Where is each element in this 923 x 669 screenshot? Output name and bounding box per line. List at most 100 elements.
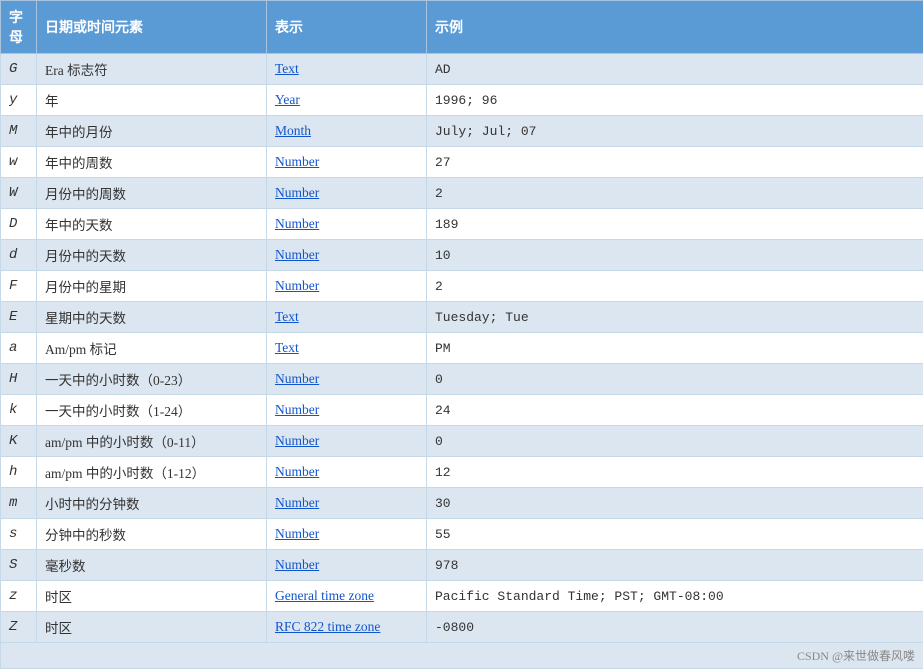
repr-link[interactable]: Number bbox=[275, 247, 319, 262]
repr-link[interactable]: Month bbox=[275, 123, 311, 138]
table-row: D年中的天数Number189 bbox=[1, 209, 923, 240]
table-row: Z时区 RFC 822 time zone -0800 bbox=[1, 612, 923, 643]
repr-link[interactable]: Text bbox=[275, 309, 299, 324]
cell-repr[interactable]: RFC 822 time zone bbox=[267, 612, 427, 643]
table-row: GEra 标志符TextAD bbox=[1, 54, 923, 85]
cell-example: 0 bbox=[427, 426, 923, 457]
repr-link[interactable]: Number bbox=[275, 154, 319, 169]
repr-link[interactable]: General time zone bbox=[275, 588, 374, 603]
cell-element: 年 bbox=[37, 85, 267, 116]
cell-element: am/pm 中的小时数（0-11） bbox=[37, 426, 267, 457]
cell-repr[interactable]: Number bbox=[267, 457, 427, 488]
cell-repr[interactable]: Number bbox=[267, 519, 427, 550]
cell-repr[interactable]: Text bbox=[267, 302, 427, 333]
footer-row: CSDN @来世做春风喽 bbox=[1, 643, 923, 669]
repr-link[interactable]: Number bbox=[275, 371, 319, 386]
cell-repr[interactable]: Number bbox=[267, 209, 427, 240]
cell-repr[interactable]: Number bbox=[267, 271, 427, 302]
cell-example: 2 bbox=[427, 178, 923, 209]
cell-letter: F bbox=[1, 271, 37, 302]
cell-element: 一天中的小时数（0-23） bbox=[37, 364, 267, 395]
table-row: M年中的月份 Month July; Jul; 07 bbox=[1, 116, 923, 147]
cell-repr[interactable]: Text bbox=[267, 333, 427, 364]
cell-example: Pacific Standard Time; PST; GMT-08:00 bbox=[427, 581, 923, 612]
cell-letter: K bbox=[1, 426, 37, 457]
cell-example: 30 bbox=[427, 488, 923, 519]
cell-example: July; Jul; 07 bbox=[427, 116, 923, 147]
cell-element: 月份中的周数 bbox=[37, 178, 267, 209]
cell-repr[interactable]: Text bbox=[267, 54, 427, 85]
cell-repr[interactable]: Number bbox=[267, 395, 427, 426]
cell-example: AD bbox=[427, 54, 923, 85]
cell-element: 分钟中的秒数 bbox=[37, 519, 267, 550]
cell-repr[interactable]: Number bbox=[267, 550, 427, 581]
table-row: aAm/pm 标记TextPM bbox=[1, 333, 923, 364]
table-row: H一天中的小时数（0-23）Number0 bbox=[1, 364, 923, 395]
cell-repr[interactable]: Number bbox=[267, 426, 427, 457]
repr-link[interactable]: Number bbox=[275, 185, 319, 200]
repr-link[interactable]: Number bbox=[275, 216, 319, 231]
cell-example: 27 bbox=[427, 147, 923, 178]
cell-example: 55 bbox=[427, 519, 923, 550]
repr-link[interactable]: Number bbox=[275, 495, 319, 510]
cell-letter: d bbox=[1, 240, 37, 271]
cell-example: Tuesday; Tue bbox=[427, 302, 923, 333]
table-row: d月份中的天数Number10 bbox=[1, 240, 923, 271]
cell-repr[interactable]: Number bbox=[267, 488, 427, 519]
table-row: ham/pm 中的小时数（1-12）Number12 bbox=[1, 457, 923, 488]
cell-element: 毫秒数 bbox=[37, 550, 267, 581]
cell-letter: m bbox=[1, 488, 37, 519]
cell-repr[interactable]: Number bbox=[267, 147, 427, 178]
table-row: k一天中的小时数（1-24）Number24 bbox=[1, 395, 923, 426]
cell-example: 1996; 96 bbox=[427, 85, 923, 116]
table-row: z时区 General time zone Pacific Standard Tim… bbox=[1, 581, 923, 612]
cell-element: 月份中的星期 bbox=[37, 271, 267, 302]
repr-link[interactable]: RFC 822 time zone bbox=[275, 619, 380, 634]
cell-letter: Z bbox=[1, 612, 37, 643]
repr-link[interactable]: Number bbox=[275, 402, 319, 417]
table-row: E星期中的天数TextTuesday; Tue bbox=[1, 302, 923, 333]
cell-example: 12 bbox=[427, 457, 923, 488]
cell-letter: H bbox=[1, 364, 37, 395]
cell-element: Am/pm 标记 bbox=[37, 333, 267, 364]
repr-link[interactable]: Number bbox=[275, 433, 319, 448]
cell-repr[interactable]: Number bbox=[267, 178, 427, 209]
cell-letter: S bbox=[1, 550, 37, 581]
cell-letter: G bbox=[1, 54, 37, 85]
header-element: 日期或时间元素 bbox=[37, 1, 267, 54]
cell-repr[interactable]: Month bbox=[267, 116, 427, 147]
cell-letter: z bbox=[1, 581, 37, 612]
cell-repr[interactable]: General time zone bbox=[267, 581, 427, 612]
cell-example: 978 bbox=[427, 550, 923, 581]
cell-element: 小时中的分钟数 bbox=[37, 488, 267, 519]
repr-link[interactable]: Number bbox=[275, 526, 319, 541]
header-repr: 表示 bbox=[267, 1, 427, 54]
cell-letter: M bbox=[1, 116, 37, 147]
repr-link[interactable]: Text bbox=[275, 340, 299, 355]
cell-example: 189 bbox=[427, 209, 923, 240]
cell-letter: E bbox=[1, 302, 37, 333]
cell-element: 时区 bbox=[37, 612, 267, 643]
cell-letter: w bbox=[1, 147, 37, 178]
cell-repr[interactable]: Year bbox=[267, 85, 427, 116]
header-example: 示例 bbox=[427, 1, 923, 54]
cell-element: am/pm 中的小时数（1-12） bbox=[37, 457, 267, 488]
repr-link[interactable]: Year bbox=[275, 92, 300, 107]
table-row: m小时中的分钟数 Number 30 bbox=[1, 488, 923, 519]
cell-element: 年中的周数 bbox=[37, 147, 267, 178]
repr-link[interactable]: Number bbox=[275, 278, 319, 293]
cell-repr[interactable]: Number bbox=[267, 240, 427, 271]
repr-link[interactable]: Number bbox=[275, 464, 319, 479]
cell-element: 年中的月份 bbox=[37, 116, 267, 147]
table-row: S毫秒数 Number 978 bbox=[1, 550, 923, 581]
cell-example: -0800 bbox=[427, 612, 923, 643]
cell-repr[interactable]: Number bbox=[267, 364, 427, 395]
datetime-table: 字母 日期或时间元素 表示 示例 GEra 标志符TextADy年Year199… bbox=[0, 0, 923, 669]
repr-link[interactable]: Number bbox=[275, 557, 319, 572]
cell-element: 时区 bbox=[37, 581, 267, 612]
footer-text: CSDN @来世做春风喽 bbox=[1, 643, 923, 669]
header-letter: 字母 bbox=[1, 1, 37, 54]
cell-example: 2 bbox=[427, 271, 923, 302]
repr-link[interactable]: Text bbox=[275, 61, 299, 76]
table-row: s分钟中的秒数Number55 bbox=[1, 519, 923, 550]
